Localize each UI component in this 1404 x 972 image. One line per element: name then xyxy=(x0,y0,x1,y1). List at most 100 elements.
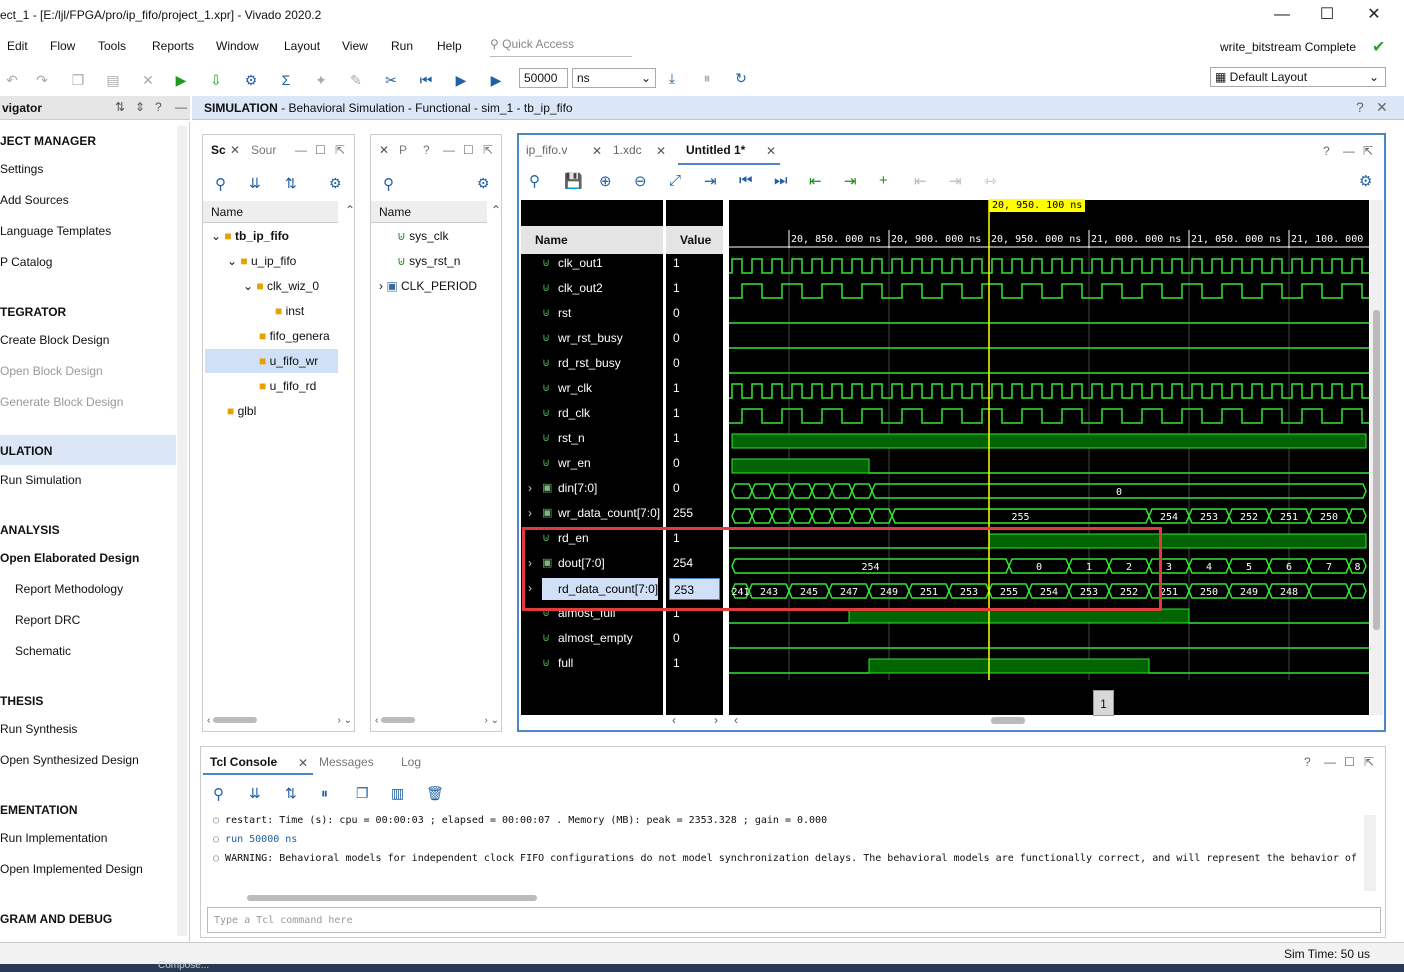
nav-scrollbar[interactable] xyxy=(177,126,187,936)
nav-generate-block-design[interactable]: Generate Block Design xyxy=(0,395,123,409)
copy-icon[interactable]: ❐ xyxy=(356,785,369,802)
restore-icon[interactable]: ☐ xyxy=(1344,755,1355,769)
zoom-out-icon[interactable]: ⊖ xyxy=(634,172,647,190)
time-unit-select[interactable]: ns ⌄ xyxy=(572,68,656,88)
signal-name[interactable]: wr_rst_busy xyxy=(558,331,623,345)
h-scrollbar[interactable]: ‹ › ⌄ xyxy=(207,715,352,727)
step-icon[interactable]: ⤓ xyxy=(662,68,682,88)
signal-name[interactable]: almost_empty xyxy=(558,631,633,645)
float-icon[interactable]: ⇱ xyxy=(335,143,345,157)
menu-view[interactable]: View xyxy=(342,39,368,53)
h-scrollbar[interactable]: ‹ › ⌄ xyxy=(375,715,499,727)
prev-marker-icon[interactable]: ⇤ xyxy=(914,172,927,190)
search-icon[interactable]: ⚲ xyxy=(383,175,394,193)
swap-cursors-icon[interactable]: ⇿ xyxy=(984,172,997,190)
wave-h-scrollbar[interactable]: ‹ › ‹ xyxy=(666,713,1383,729)
nav-language-templates[interactable]: Language Templates xyxy=(0,224,111,238)
debug-icon[interactable]: ✂ xyxy=(381,70,401,90)
undo-icon[interactable]: ↶ xyxy=(2,70,22,90)
nav-section-rtl-analysis[interactable]: ANALYSIS xyxy=(0,523,60,537)
search-icon[interactable]: ⚲ xyxy=(213,785,224,803)
signal-name[interactable]: clk_out1 xyxy=(558,256,603,270)
run-icon[interactable]: ▶ xyxy=(171,70,191,90)
minimize-panel-icon[interactable]: — xyxy=(175,100,187,114)
signal-name[interactable]: rst xyxy=(558,306,571,320)
minimize-button[interactable]: — xyxy=(1267,4,1297,26)
tab-sources[interactable]: Sour xyxy=(251,143,276,157)
menu-reports[interactable]: Reports xyxy=(152,39,194,53)
signal-name[interactable]: wr_data_count[7:0] xyxy=(558,506,660,520)
minimize-icon[interactable]: — xyxy=(295,143,307,157)
object-row[interactable]: ⊍ sys_rst_n xyxy=(397,254,460,268)
nav-schematic[interactable]: Schematic xyxy=(15,644,71,658)
gear-icon[interactable]: ⚙ xyxy=(329,175,342,192)
collapse-all-icon[interactable]: ⇊ xyxy=(249,175,261,192)
marker-number[interactable]: 1 xyxy=(1093,690,1114,716)
settings-icon[interactable]: ⚙ xyxy=(241,70,261,90)
tree-row[interactable]: ■ inst xyxy=(275,304,304,318)
menu-window[interactable]: Window xyxy=(216,39,259,53)
close-icon[interactable]: ✕ xyxy=(1376,99,1388,116)
expand-all-icon[interactable]: ⇅ xyxy=(285,785,297,802)
scroll-left-icon[interactable]: ‹ xyxy=(734,713,738,727)
gear-icon[interactable]: ⚙ xyxy=(477,175,490,192)
trash-icon[interactable]: 🗑 xyxy=(426,785,444,802)
signal-name[interactable]: rst_n xyxy=(558,431,585,445)
nav-ip-catalog[interactable]: P Catalog xyxy=(0,255,52,269)
previous-transition-icon[interactable]: ⇤ xyxy=(809,172,822,190)
expand-icon[interactable]: ⇕ xyxy=(135,100,145,114)
run-time-input[interactable]: 50000 xyxy=(519,68,568,88)
scroll-left-icon[interactable]: ‹ xyxy=(672,713,676,727)
zoom-in-icon[interactable]: ⊕ xyxy=(599,172,612,190)
pause-icon[interactable]: ⏸ xyxy=(697,68,717,88)
nav-create-block-design[interactable]: Create Block Design xyxy=(0,333,109,347)
signal-name[interactable]: rd_rst_busy xyxy=(558,356,621,370)
tab-objects[interactable]: P xyxy=(399,143,407,157)
minimize-icon[interactable]: — xyxy=(1324,755,1336,769)
nav-open-elaborated-design[interactable]: Open Elaborated Design xyxy=(0,551,139,565)
nav-add-sources[interactable]: Add Sources xyxy=(0,193,69,207)
console-h-scrollbar[interactable] xyxy=(231,893,1361,903)
tree-row[interactable]: ⌄ ■ tb_ip_fifo xyxy=(211,229,289,243)
scroll-up-icon[interactable]: ⌃ xyxy=(491,203,501,217)
menu-layout[interactable]: Layout xyxy=(284,39,320,53)
menu-help[interactable]: Help xyxy=(437,39,462,53)
nav-section-program-debug[interactable]: GRAM AND DEBUG xyxy=(0,912,112,926)
expand-chevron-icon[interactable]: › xyxy=(528,481,532,495)
tab-scope[interactable]: Sc xyxy=(211,143,226,157)
pen-icon[interactable]: ✎ xyxy=(346,70,366,90)
wave-v-scrollbar[interactable] xyxy=(1370,200,1383,715)
signal-name[interactable]: clk_out2 xyxy=(558,281,603,295)
maximize-button[interactable]: ☐ xyxy=(1312,4,1342,26)
nav-open-implemented-design[interactable]: Open Implemented Design xyxy=(0,862,143,876)
menu-edit[interactable]: Edit xyxy=(7,39,28,53)
restore-icon[interactable]: ☐ xyxy=(315,143,326,157)
delete-icon[interactable]: ✕ xyxy=(138,70,158,90)
scroll-thumb[interactable] xyxy=(991,717,1025,724)
close-icon[interactable]: ✕ xyxy=(656,144,666,158)
wand-icon[interactable]: ✦ xyxy=(311,70,331,90)
nav-settings[interactable]: Settings xyxy=(0,162,43,176)
signal-name[interactable]: full xyxy=(558,656,573,670)
close-button[interactable]: ✕ xyxy=(1359,4,1389,26)
tcl-command-input[interactable]: Type a Tcl command here xyxy=(207,907,1381,933)
paste-icon[interactable]: ▤ xyxy=(103,70,123,90)
run-for-icon[interactable]: ▶ xyxy=(486,70,506,90)
restore-icon[interactable]: ☐ xyxy=(463,143,474,157)
table-icon[interactable]: ▥ xyxy=(391,785,404,802)
goto-cursor-icon[interactable]: ⇥ xyxy=(704,172,717,190)
float-icon[interactable]: ⇱ xyxy=(483,143,493,157)
restart-icon[interactable]: ⏮ xyxy=(416,70,436,90)
expand-all-icon[interactable]: ⇅ xyxy=(285,175,297,192)
nav-section-ip-integrator[interactable]: TEGRATOR xyxy=(0,305,66,319)
collapse-all-icon[interactable]: ⇅ xyxy=(115,100,125,114)
sigma-icon[interactable]: Σ xyxy=(276,70,296,90)
tab-log[interactable]: Log xyxy=(401,755,421,769)
go-to-end-icon[interactable]: ⏭ xyxy=(774,172,788,189)
zoom-fit-icon[interactable]: ⤢ xyxy=(669,172,681,189)
save-icon[interactable]: 💾 xyxy=(564,172,583,190)
expand-chevron-icon[interactable]: › xyxy=(528,506,532,520)
next-marker-icon[interactable]: ⇥ xyxy=(949,172,962,190)
signal-name[interactable]: wr_clk xyxy=(558,381,592,395)
minimize-icon[interactable]: — xyxy=(1343,144,1355,158)
